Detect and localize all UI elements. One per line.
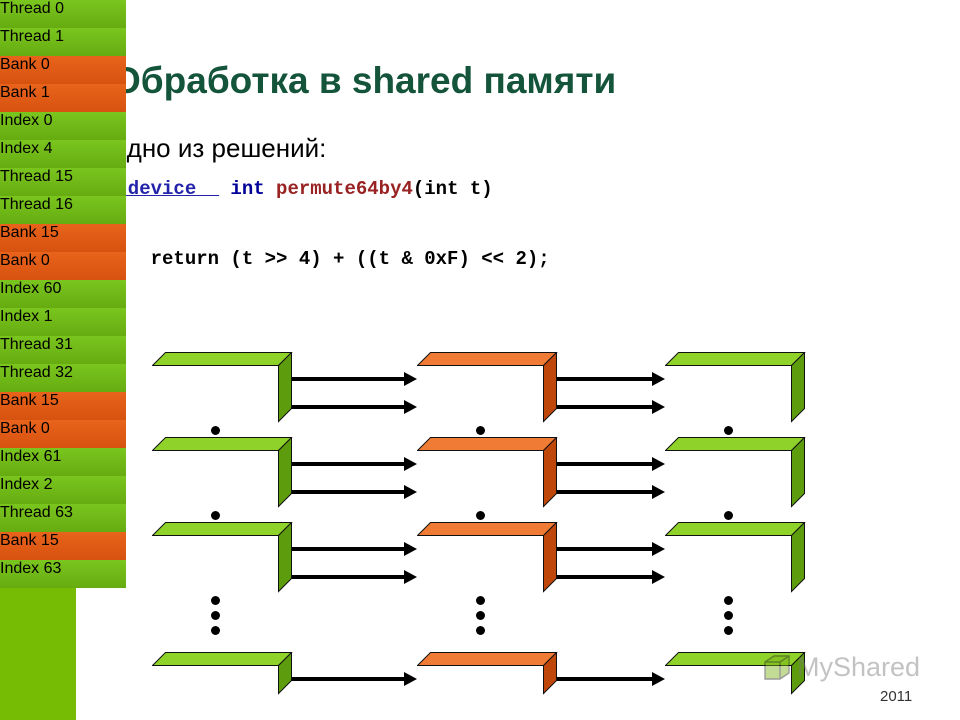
watermark: MyShared xyxy=(762,652,920,683)
code-line: return (t >> 4) + ((t & 0xF) << 2); xyxy=(105,242,550,277)
box-3d-shell xyxy=(417,352,558,423)
mapping-arrow xyxy=(543,457,665,471)
code-token: int xyxy=(219,178,277,200)
code-line: } xyxy=(105,277,550,312)
ellipsis-dot xyxy=(210,425,220,435)
ellipsis-dot xyxy=(475,625,485,635)
box-3d-shell xyxy=(152,437,293,508)
code-token: __device__ xyxy=(105,178,220,200)
box-3d-shell xyxy=(665,352,806,423)
mapping-arrow xyxy=(543,400,665,414)
mapping-arrow xyxy=(543,570,665,584)
box-3d-shell xyxy=(152,652,293,695)
mapping-arrow xyxy=(543,542,665,556)
mapping-arrow xyxy=(278,372,417,386)
ellipsis-dot xyxy=(210,610,220,620)
watermark-label: MyShared xyxy=(797,652,921,682)
code-token: permute64by4 xyxy=(276,178,413,200)
mapping-arrow xyxy=(543,672,665,686)
code-token: } xyxy=(105,283,117,305)
ellipsis-dot xyxy=(723,425,733,435)
mapping-arrow xyxy=(278,672,417,686)
slide-canvas: Обработка в shared памяти Одно из решени… xyxy=(0,0,960,720)
box-3d-shell xyxy=(152,352,293,423)
box-3d-shell xyxy=(665,437,806,508)
memory-mapping-diagram: Thread 0 Thread 1 Bank 0 Bank 1 Index 0 Index… xyxy=(0,0,960,720)
year-label: 2011 xyxy=(880,688,913,705)
ellipsis-dot xyxy=(723,595,733,605)
mapping-arrow xyxy=(278,570,417,584)
box-3d-shell xyxy=(417,522,558,593)
ellipsis-dot xyxy=(723,625,733,635)
ellipsis-dot xyxy=(475,595,485,605)
box-3d-shell xyxy=(665,522,806,593)
ellipsis-dot xyxy=(723,610,733,620)
code-snippet: __device__ int permute64by4(int t) { retu… xyxy=(105,172,550,312)
mapping-arrow xyxy=(278,485,417,499)
left-accent-bar xyxy=(0,0,76,720)
ellipsis-dot xyxy=(210,510,220,520)
mapping-arrow xyxy=(543,372,665,386)
ellipsis-dot xyxy=(475,425,485,435)
code-token: (int t) xyxy=(412,178,493,200)
code-token: { xyxy=(105,213,117,235)
ellipsis-dot xyxy=(723,510,733,520)
ellipsis-dot xyxy=(210,625,220,635)
code-line: __device__ int permute64by4(int t) xyxy=(105,172,550,207)
ellipsis-dot xyxy=(475,610,485,620)
page-title: Обработка в shared памяти xyxy=(112,60,617,101)
ellipsis-dot xyxy=(475,510,485,520)
box-3d-shell xyxy=(152,522,293,593)
mapping-arrow xyxy=(278,542,417,556)
mapping-arrow xyxy=(278,400,417,414)
cube-icon xyxy=(764,654,790,680)
ellipsis-dot xyxy=(210,595,220,605)
mapping-arrow xyxy=(278,457,417,471)
subtitle-text: Одно из решений: xyxy=(107,133,327,163)
code-token: return (t >> 4) + ((t & 0xF) << 2); xyxy=(105,248,550,270)
box-3d-shell xyxy=(417,437,558,508)
code-line: { xyxy=(105,207,550,242)
box-3d-shell xyxy=(417,652,558,695)
mapping-arrow xyxy=(543,485,665,499)
